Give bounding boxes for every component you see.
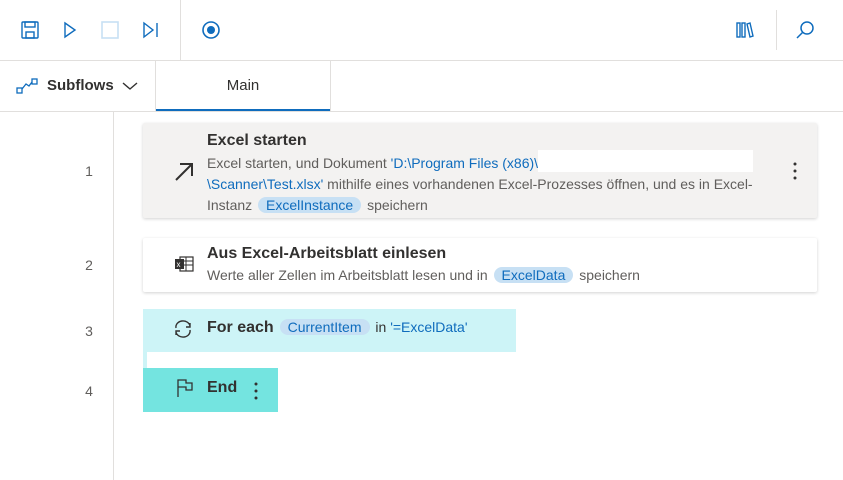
file-path-end: \Scanner\Test.xlsx' — [207, 176, 324, 192]
variable-pill[interactable]: ExcelInstance — [258, 197, 362, 213]
action-excel-einlesen[interactable]: x Aus Excel-Arbeitsblatt einlesen Werte … — [143, 238, 817, 292]
line-number: 3 — [85, 323, 93, 339]
expression: '=ExcelData' — [390, 319, 468, 335]
chevron-down-icon — [120, 77, 140, 95]
action-description: Excel starten, und Dokument 'D:\Program … — [207, 150, 787, 216]
desc-text: speichern — [575, 267, 640, 283]
desc-text: speichern — [363, 197, 428, 213]
action-for-each[interactable]: For each CurrentItem in '=ExcelData' — [143, 309, 516, 352]
gutter-divider — [113, 112, 114, 480]
in-text: in — [371, 319, 391, 335]
line-number: 2 — [85, 257, 93, 273]
loop-connector — [143, 352, 147, 368]
file-path: 'D:\Program Files (x86)\ — [390, 155, 539, 171]
for-each-line: For each CurrentItem in '=ExcelData' — [207, 319, 468, 337]
save-icon[interactable] — [18, 18, 42, 42]
action-title: Aus Excel-Arbeitsblatt einlesen — [207, 245, 447, 262]
action-title: For each — [207, 319, 274, 336]
tab-main-label: Main — [226, 77, 260, 94]
desc-text: Werte aller Zellen im Arbeitsblatt lesen… — [207, 267, 492, 283]
desc-text: Excel starten, und Dokument — [207, 155, 391, 171]
action-end[interactable]: End — [143, 368, 278, 412]
loop-icon — [171, 318, 195, 340]
excel-icon: x — [173, 254, 195, 274]
desc-text: Instanz — [207, 197, 257, 213]
record-icon[interactable] — [199, 18, 223, 42]
flag-icon — [175, 377, 195, 399]
stop-icon[interactable] — [98, 18, 122, 42]
action-description: Werte aller Zellen im Arbeitsblatt lesen… — [207, 265, 640, 286]
line-number: 1 — [85, 163, 93, 179]
subflows-label: Subflows — [47, 77, 114, 94]
line-number: 4 — [85, 383, 93, 399]
more-options-icon[interactable] — [785, 159, 805, 183]
tab-divider-2 — [330, 61, 331, 111]
action-title: End — [207, 379, 238, 396]
toolbar-divider-right — [776, 10, 777, 50]
variable-pill[interactable]: CurrentItem — [279, 319, 370, 335]
subflows-icon — [16, 76, 38, 96]
tab-main[interactable]: Main — [156, 61, 330, 111]
svg-text:x: x — [177, 260, 181, 269]
toolbar-divider — [180, 0, 181, 60]
run-icon[interactable] — [58, 18, 82, 42]
more-options-icon[interactable] — [247, 379, 265, 403]
action-excel-starten[interactable]: Excel starten Excel starten, und Dokumen… — [143, 123, 817, 218]
desc-text: mithilfe eines vorhandenen Excel-Prozess… — [323, 176, 753, 192]
redacted-area — [538, 150, 754, 172]
tabs-border — [0, 111, 843, 112]
next-action-icon[interactable] — [138, 18, 162, 42]
variables-icon[interactable] — [733, 18, 757, 42]
arrow-up-right-icon — [171, 159, 197, 185]
search-icon[interactable] — [793, 18, 817, 42]
variable-pill[interactable]: ExcelData — [493, 267, 574, 283]
action-title: Excel starten — [207, 132, 307, 149]
subflows-dropdown[interactable]: Subflows — [0, 61, 155, 111]
